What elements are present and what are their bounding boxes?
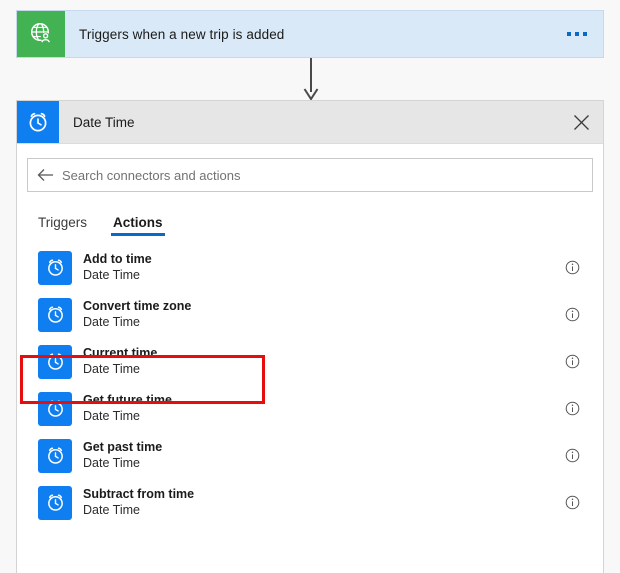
alarm-clock-icon: [38, 250, 72, 285]
info-icon[interactable]: [559, 260, 585, 275]
trigger-card[interactable]: Triggers when a new trip is added: [16, 10, 604, 58]
list-item-text: Convert time zone Date Time: [72, 299, 559, 330]
list-item[interactable]: Subtract from time Date Time: [27, 479, 593, 526]
action-connector: Date Time: [83, 361, 140, 376]
search-bar[interactable]: [27, 158, 593, 192]
panel-body: Triggers Actions: [17, 144, 603, 573]
tab-actions[interactable]: Actions: [111, 215, 165, 236]
action-connector: Date Time: [83, 502, 140, 517]
action-connector: Date Time: [83, 408, 140, 423]
alarm-clock-icon: [38, 391, 72, 426]
down-arrow-icon: [303, 58, 319, 102]
info-icon[interactable]: [559, 354, 585, 369]
action-name: Get past time: [83, 439, 163, 454]
panel-tabs: Triggers Actions: [27, 206, 593, 236]
action-connector: Date Time: [83, 455, 140, 470]
connector-detail-panel: Date Time Trigg: [16, 100, 604, 573]
action-connector: Date Time: [83, 314, 140, 329]
close-icon[interactable]: [559, 101, 603, 143]
list-item[interactable]: Current time Date Time: [27, 338, 593, 385]
list-item[interactable]: Get future time Date Time: [27, 385, 593, 432]
alarm-clock-icon: [38, 485, 72, 520]
action-list: Add to time Date Time Convert time zone …: [27, 244, 593, 573]
action-name: Convert time zone: [83, 298, 192, 313]
list-item[interactable]: Get past time Date Time: [27, 432, 593, 479]
panel-title: Date Time: [73, 114, 135, 130]
info-icon[interactable]: [559, 401, 585, 416]
list-item[interactable]: Convert time zone Date Time: [27, 291, 593, 338]
globe-person-icon: [17, 11, 65, 57]
tab-triggers[interactable]: Triggers: [38, 215, 87, 236]
list-item-text: Get future time Date Time: [72, 393, 559, 424]
alarm-clock-icon: [38, 297, 72, 332]
alarm-clock-icon: [38, 344, 72, 379]
info-icon[interactable]: [559, 495, 585, 510]
trigger-title: Triggers when a new trip is added: [79, 26, 285, 42]
alarm-clock-icon: [38, 438, 72, 473]
list-item-text: Current time Date Time: [72, 346, 559, 377]
alarm-clock-icon: [17, 101, 59, 143]
list-item-text: Subtract from time Date Time: [72, 487, 559, 518]
action-name: Current time: [83, 345, 158, 360]
list-item-text: Add to time Date Time: [72, 252, 559, 283]
back-arrow-icon[interactable]: [28, 168, 62, 182]
action-name: Subtract from time: [83, 486, 195, 501]
list-item[interactable]: Add to time Date Time: [27, 244, 593, 291]
flow-designer-canvas: Triggers when a new trip is added Date T: [0, 0, 620, 573]
info-icon[interactable]: [559, 307, 585, 322]
action-connector: Date Time: [83, 267, 140, 282]
info-icon[interactable]: [559, 448, 585, 463]
ellipsis-icon[interactable]: [551, 11, 603, 57]
search-input[interactable]: [62, 161, 592, 189]
panel-header: Date Time: [17, 101, 603, 144]
action-name: Add to time: [83, 251, 152, 266]
action-name: Get future time: [83, 392, 172, 407]
list-item-text: Get past time Date Time: [72, 440, 559, 471]
